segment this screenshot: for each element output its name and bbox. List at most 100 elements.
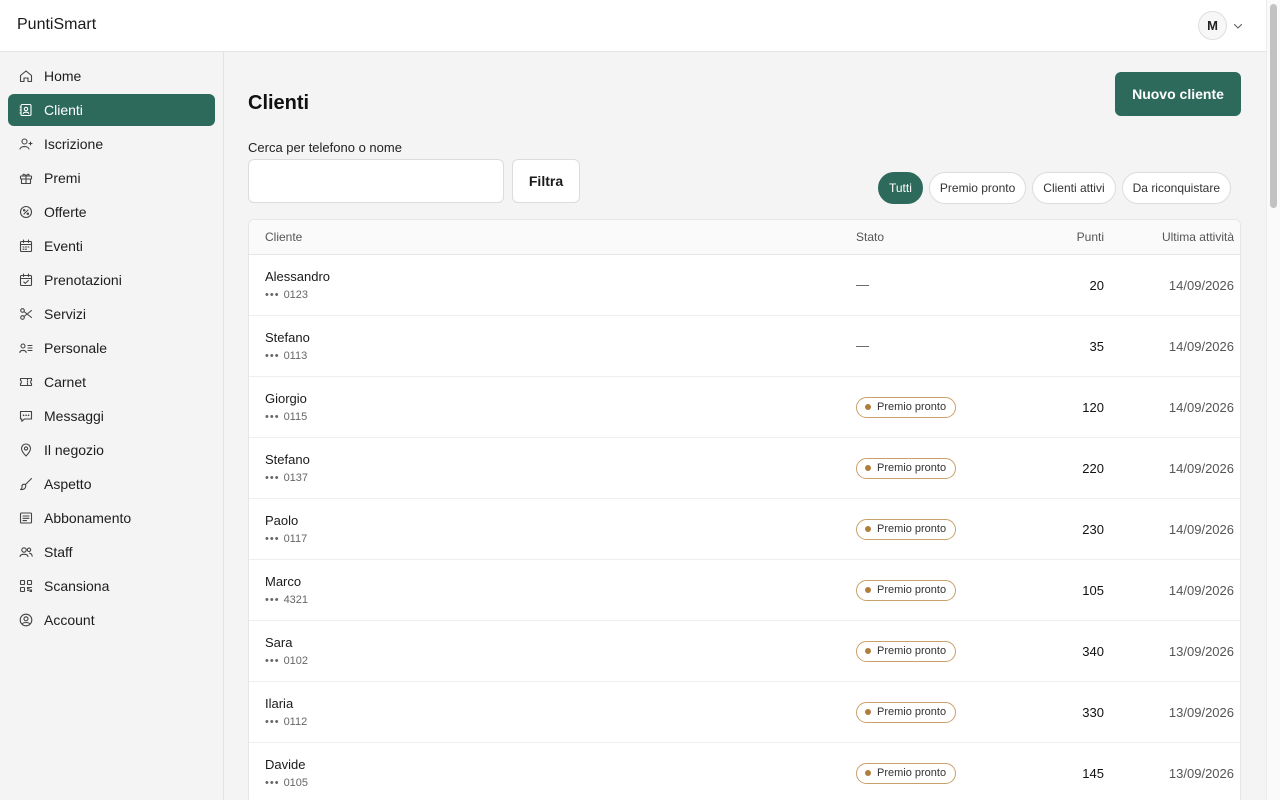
status-cell: — — [856, 337, 1006, 355]
chevron-down-icon[interactable] — [1232, 20, 1244, 32]
status-label: Premio pronto — [877, 523, 947, 535]
avatar[interactable]: M — [1198, 11, 1227, 40]
client-name[interactable]: Sara — [265, 635, 856, 650]
phone-last-digits: 4321 — [283, 594, 309, 606]
sidebar-item-label: Iscrizione — [44, 136, 104, 152]
client-name[interactable]: Stefano — [265, 330, 856, 345]
clients-table: Cliente Stato Punti Ultima attività Ales… — [248, 219, 1241, 800]
client-cell: Stefano ••• 0113 — [249, 330, 856, 362]
phone-mask: ••• — [265, 472, 280, 484]
sidebar-item-account[interactable]: Account — [8, 604, 215, 636]
client-name[interactable]: Marco — [265, 574, 856, 589]
sidebar-item-premi[interactable]: Premi — [8, 162, 215, 194]
header-status[interactable]: Stato — [856, 230, 1006, 244]
client-name[interactable]: Paolo — [265, 513, 856, 528]
status-badge: Premio pronto — [856, 457, 957, 479]
sidebar-item-eventi[interactable]: Eventi — [8, 230, 215, 262]
table-row[interactable]: Marco ••• 4321 Premio pronto 105 14/09/2026 — [249, 560, 1240, 621]
table-row[interactable]: Giorgio ••• 0115 Premio pronto 120 14/09/2026 — [249, 377, 1240, 438]
phone-last-digits: 0105 — [283, 777, 309, 789]
client-phone: ••• 0123 — [265, 289, 856, 301]
status-badge: Premio pronto — [856, 518, 957, 540]
sidebar-item-messaggi[interactable]: Messaggi — [8, 400, 215, 432]
phone-last-digits: 0123 — [283, 289, 309, 301]
client-name[interactable]: Davide — [265, 757, 856, 772]
client-cell: Giorgio ••• 0115 — [249, 391, 856, 423]
location-pin-icon — [18, 442, 34, 458]
client-phone: ••• 0115 — [265, 411, 856, 423]
client-name[interactable]: Stefano — [265, 452, 856, 467]
client-phone: ••• 0113 — [265, 350, 856, 362]
header-last-activity[interactable]: Ultima attività — [1104, 230, 1234, 244]
phone-mask: ••• — [265, 594, 280, 606]
message-icon — [18, 408, 34, 424]
client-phone: ••• 0137 — [265, 472, 856, 484]
client-name[interactable]: Giorgio — [265, 391, 856, 406]
status-cell: Premio pronto — [856, 640, 1006, 662]
sidebar-item-il-negozio[interactable]: Il negozio — [8, 434, 215, 466]
table-row[interactable]: Paolo ••• 0117 Premio pronto 230 14/09/2026 — [249, 499, 1240, 560]
client-phone: ••• 0117 — [265, 533, 856, 545]
page-scrollbar[interactable] — [1266, 0, 1280, 800]
client-name[interactable]: Ilaria — [265, 696, 856, 711]
scrollbar-thumb[interactable] — [1270, 4, 1277, 208]
status-empty: — — [856, 277, 869, 292]
last-activity-cell: 13/09/2026 — [1168, 704, 1234, 720]
last-activity-cell: 13/09/2026 — [1168, 643, 1234, 659]
table-row[interactable]: Stefano ••• 0113—35 14/09/2026 — [249, 316, 1240, 377]
sidebar-item-personale[interactable]: Personale — [8, 332, 215, 364]
status-dot-icon — [865, 465, 871, 471]
offer-icon — [18, 204, 34, 220]
status-dot-icon — [865, 770, 871, 776]
table-row[interactable]: Alessandro ••• 0123—20 14/09/2026 — [249, 255, 1240, 316]
phone-mask: ••• — [265, 411, 280, 423]
sidebar-item-clienti[interactable]: Clienti — [8, 94, 215, 126]
header-points[interactable]: Punti — [1006, 230, 1104, 244]
chip-da-riconquistare[interactable]: Da riconquistare — [1121, 172, 1232, 204]
sidebar-item-offerte[interactable]: Offerte — [8, 196, 215, 228]
client-cell: Marco ••• 4321 — [249, 574, 856, 606]
table-row[interactable]: Davide ••• 0105 Premio pronto 145 13/09/2026 — [249, 743, 1240, 800]
sidebar-item-label: Premi — [44, 170, 81, 186]
new-client-button[interactable]: Nuovo cliente — [1115, 72, 1241, 116]
table-row[interactable]: Stefano ••• 0137 Premio pronto 220 14/09/2026 — [249, 438, 1240, 499]
header-client[interactable]: Cliente — [249, 230, 856, 244]
sidebar-item-staff[interactable]: Staff — [8, 536, 215, 568]
sidebar-item-label: Carnet — [44, 374, 87, 390]
table-row[interactable]: Sara ••• 0102 Premio pronto 340 13/09/2026 — [249, 621, 1240, 682]
home-icon — [18, 68, 34, 84]
points-cell: 230 — [1082, 521, 1104, 537]
sidebar-item-carnet[interactable]: Carnet — [8, 366, 215, 398]
sidebar-item-aspetto[interactable]: Aspetto — [8, 468, 215, 500]
sidebar-item-label: Abbonamento — [44, 510, 132, 526]
filter-button[interactable]: Filtra — [512, 159, 580, 203]
sidebar-item-scansiona[interactable]: Scansiona — [8, 570, 215, 602]
sidebar-item-iscrizione[interactable]: Iscrizione — [8, 128, 215, 160]
brand-logo[interactable]: PuntiSmart — [17, 16, 96, 34]
points-cell: 105 — [1082, 582, 1104, 598]
phone-last-digits: 0112 — [283, 716, 308, 728]
user-menu[interactable]: M — [1198, 11, 1244, 40]
client-cell: Alessandro ••• 0123 — [249, 269, 856, 301]
table-row[interactable]: Ilaria ••• 0112 Premio pronto 330 13/09/2026 — [249, 682, 1240, 743]
client-phone: ••• 0105 — [265, 777, 856, 789]
sidebar-item-label: Account — [44, 612, 95, 628]
sidebar-item-label: Offerte — [44, 204, 87, 220]
sidebar-item-prenotazioni[interactable]: Prenotazioni — [8, 264, 215, 296]
sidebar-item-home[interactable]: Home — [8, 60, 215, 92]
sidebar-item-abbonamento[interactable]: Abbonamento — [8, 502, 215, 534]
client-name[interactable]: Alessandro — [265, 269, 856, 284]
search-input[interactable] — [248, 159, 504, 203]
sidebar-item-label: Aspetto — [44, 476, 92, 492]
main-content: Clienti Nuovo cliente Cerca per telefono… — [224, 52, 1266, 800]
scissors-icon — [18, 306, 34, 322]
status-label: Premio pronto — [877, 462, 947, 474]
status-cell: Premio pronto — [856, 518, 1006, 540]
sidebar-item-servizi[interactable]: Servizi — [8, 298, 215, 330]
chip-premio-pronto[interactable]: Premio pronto — [928, 172, 1027, 204]
last-activity-cell: 13/09/2026 — [1168, 765, 1234, 781]
chip-clienti-attivi[interactable]: Clienti attivi — [1032, 172, 1116, 204]
last-activity-cell: 14/09/2026 — [1168, 460, 1234, 476]
gift-icon — [18, 170, 34, 186]
chip-tutti[interactable]: Tutti — [878, 172, 923, 204]
